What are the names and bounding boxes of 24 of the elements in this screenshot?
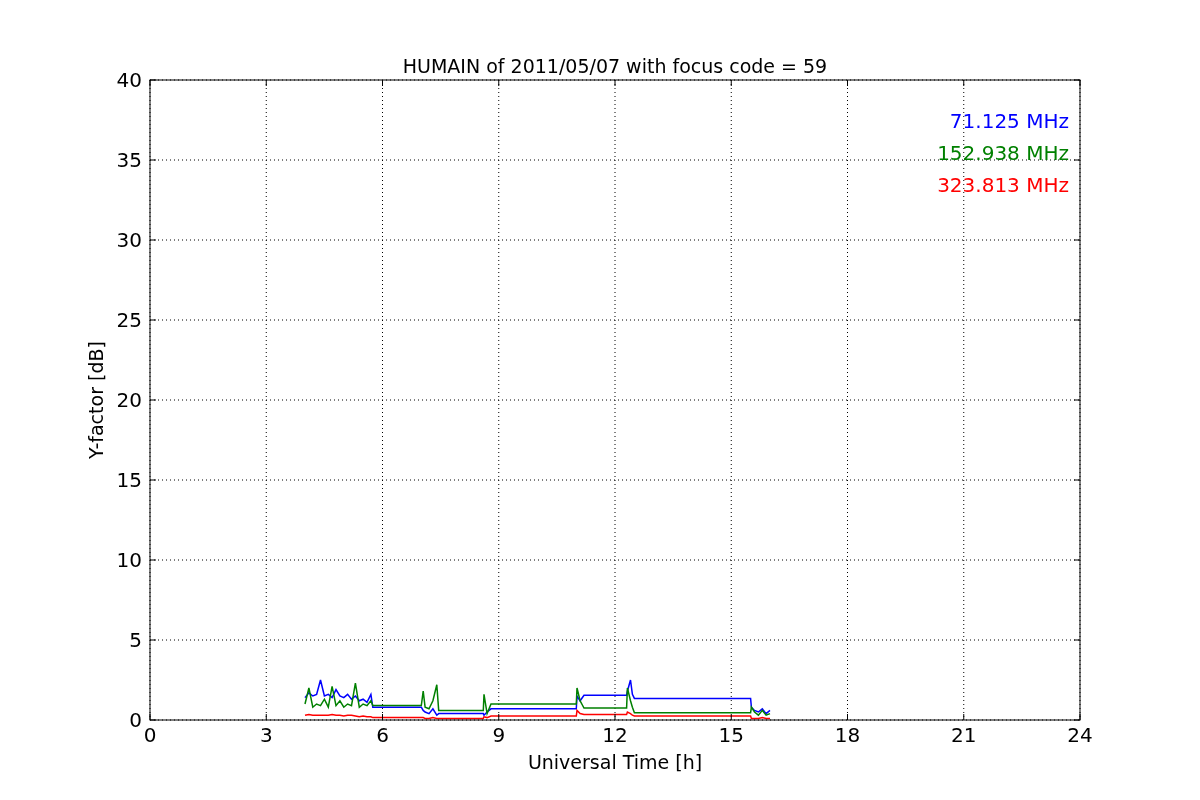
tick-label: 10: [116, 548, 142, 572]
tick-label: 15: [718, 723, 744, 747]
tick-label: 30: [116, 228, 142, 252]
legend-label: 71.125 MHz: [949, 109, 1069, 133]
legend-label: 323.813 MHz: [937, 173, 1069, 197]
y-axis-label: Y-factor [dB]: [85, 341, 107, 459]
tick-label: 20: [116, 388, 142, 412]
chart-title: HUMAIN of 2011/05/07 with focus code = 59: [402, 55, 828, 77]
tick-label: 40: [116, 68, 142, 92]
tick-label: 25: [116, 308, 142, 332]
tick-label: 3: [259, 723, 273, 747]
legend-label: 152.938 MHz: [937, 141, 1069, 165]
tick-label: 6: [376, 723, 389, 747]
tick-label: 21: [951, 723, 977, 747]
tick-label: 0: [143, 723, 157, 747]
tick-label: 18: [834, 723, 861, 747]
tick-label: 15: [116, 468, 142, 492]
tick-label: 0: [129, 708, 142, 732]
tick-label: 24: [1067, 723, 1093, 747]
tick-label: 9: [492, 723, 506, 747]
tick-label: 35: [116, 148, 142, 172]
tick-label: 12: [602, 723, 628, 747]
x-axis-label: Universal Time [h]: [527, 751, 703, 773]
tick-label: 5: [129, 628, 142, 652]
